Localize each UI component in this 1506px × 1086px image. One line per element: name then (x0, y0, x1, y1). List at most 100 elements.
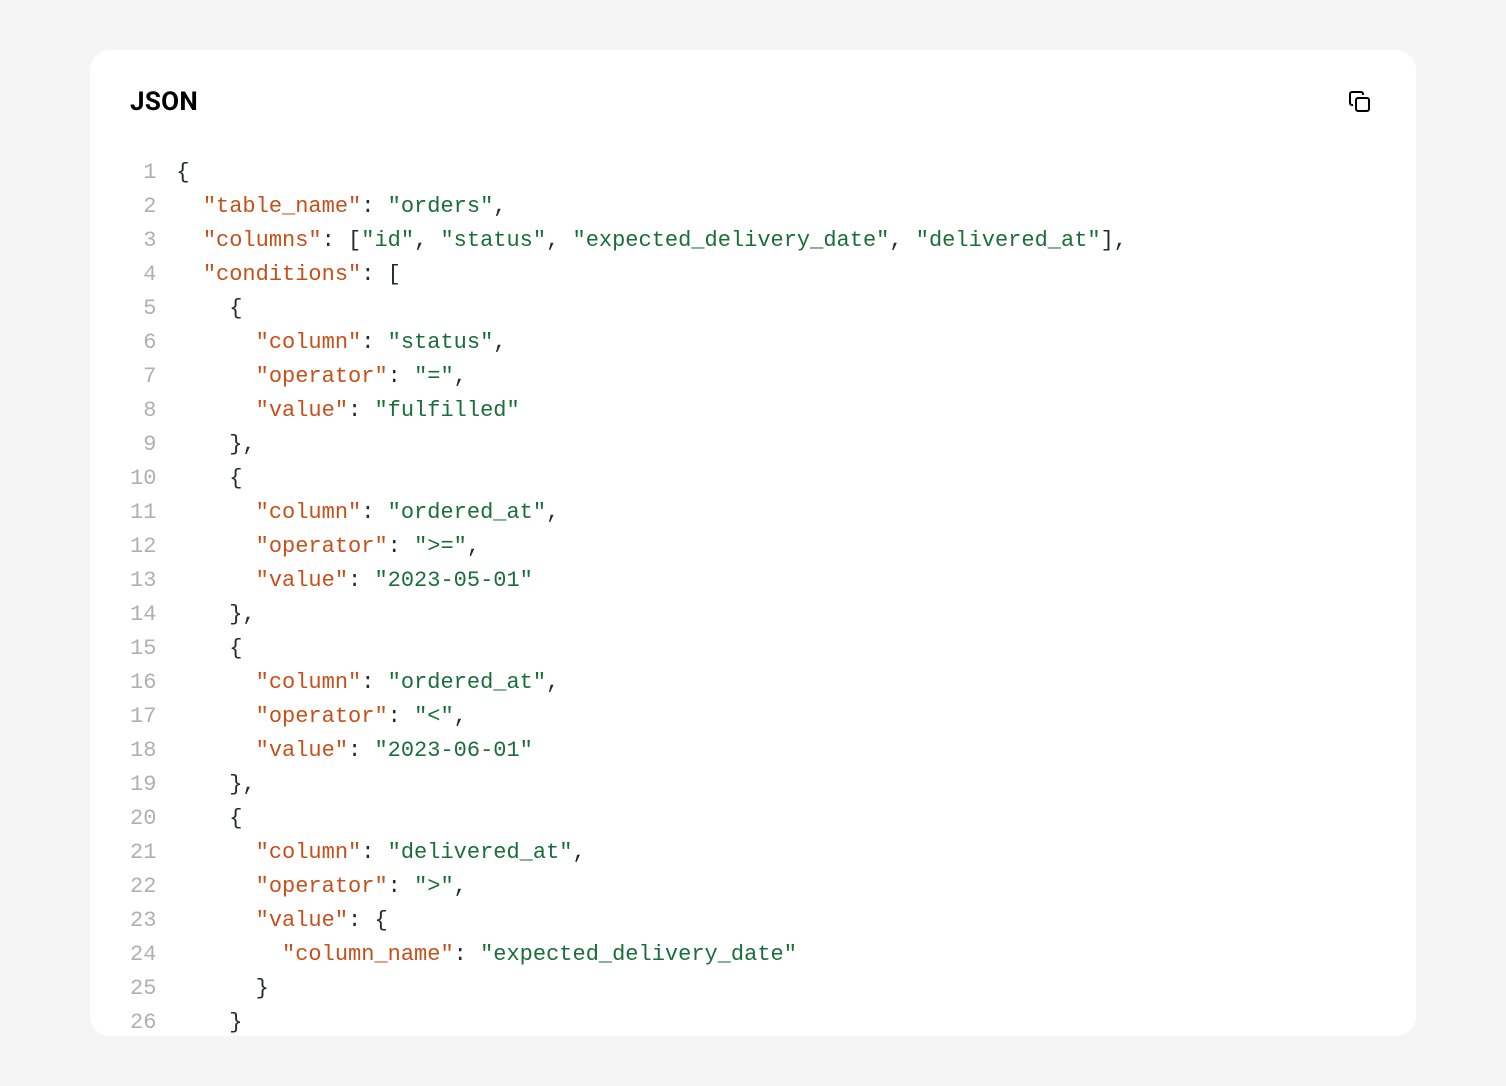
code-line: "operator": ">", (176, 870, 1127, 904)
code-token-punct: : (388, 704, 414, 729)
code-token-key: "columns" (203, 228, 322, 253)
code-token-string: "ordered_at" (388, 670, 546, 695)
code-token-punct: , (573, 840, 586, 865)
code-token-indent (176, 534, 255, 559)
code-token-punct: }, (229, 772, 255, 797)
code-line: "value": "2023-05-01" (176, 564, 1127, 598)
code-token-punct: { (176, 160, 189, 185)
line-number: 14 (130, 598, 156, 632)
code-token-punct: : (454, 942, 480, 967)
code-token-punct: } (256, 976, 269, 1001)
code-line: { (176, 462, 1127, 496)
code-token-punct: }, (229, 432, 255, 457)
code-line: "column_name": "expected_delivery_date" (176, 938, 1127, 972)
code-token-key: "operator" (256, 704, 388, 729)
line-number: 21 (130, 836, 156, 870)
code-line: "columns": ["id", "status", "expected_de… (176, 224, 1127, 258)
code-token-indent (176, 772, 229, 797)
line-number: 24 (130, 938, 156, 972)
code-token-indent (176, 976, 255, 1001)
code-token-punct: , (454, 364, 467, 389)
code-token-indent (176, 704, 255, 729)
line-number: 25 (130, 972, 156, 1006)
code-line: "value": "fulfilled" (176, 394, 1127, 428)
line-number: 2 (130, 190, 156, 224)
code-token-key: "value" (256, 908, 348, 933)
code-token-indent (176, 330, 255, 355)
code-token-string: "fulfilled" (374, 398, 519, 423)
code-token-punct: { (229, 466, 242, 491)
code-token-string: "expected_delivery_date" (480, 942, 797, 967)
code-line: }, (176, 428, 1127, 462)
code-line: { (176, 292, 1127, 326)
code-token-string: "delivered_at" (388, 840, 573, 865)
code-token-indent (176, 670, 255, 695)
code-token-indent (176, 806, 229, 831)
code-token-indent (176, 840, 255, 865)
code-token-punct: : (361, 194, 387, 219)
code-line: }, (176, 598, 1127, 632)
code-line: "column": "delivered_at", (176, 836, 1127, 870)
code-token-indent (176, 194, 202, 219)
code-line: "table_name": "orders", (176, 190, 1127, 224)
line-number: 9 (130, 428, 156, 462)
line-number: 12 (130, 530, 156, 564)
code-token-indent (176, 398, 255, 423)
line-number: 5 (130, 292, 156, 326)
code-token-punct: { (229, 296, 242, 321)
code-token-string: "status" (388, 330, 494, 355)
code-token-punct: , (454, 874, 467, 899)
code-line: { (176, 156, 1127, 190)
code-token-punct: , (467, 534, 480, 559)
line-number: 17 (130, 700, 156, 734)
code-token-indent (176, 636, 229, 661)
code-token-string: "orders" (388, 194, 494, 219)
code-line: } (176, 1006, 1127, 1036)
code-token-indent (176, 942, 282, 967)
code-token-punct: : (361, 500, 387, 525)
code-token-indent (176, 466, 229, 491)
code-token-punct: } (229, 1010, 242, 1035)
code-token-punct: : (361, 670, 387, 695)
line-number: 16 (130, 666, 156, 700)
code-token-key: "column" (256, 500, 362, 525)
code-token-punct: , (493, 194, 506, 219)
line-number: 1 (130, 156, 156, 190)
code-token-punct: , (493, 330, 506, 355)
code-token-indent (176, 228, 202, 253)
code-token-string: ">" (414, 874, 454, 899)
line-number: 7 (130, 360, 156, 394)
code-token-punct: : (348, 738, 374, 763)
copy-button[interactable] (1344, 86, 1376, 118)
line-number: 23 (130, 904, 156, 938)
code-token-punct: : (361, 330, 387, 355)
code-line: "operator": "=", (176, 360, 1127, 394)
code-token-key: "operator" (256, 364, 388, 389)
language-label: JSON (130, 87, 198, 117)
line-number: 6 (130, 326, 156, 360)
code-line: "operator": ">=", (176, 530, 1127, 564)
code-line: { (176, 802, 1127, 836)
code-token-string: "ordered_at" (388, 500, 546, 525)
code-line: "column": "ordered_at", (176, 666, 1127, 700)
code-token-string: "=" (414, 364, 454, 389)
code-token-string: "2023-05-01" (374, 568, 532, 593)
code-token-punct: ], (1101, 228, 1127, 253)
code-token-punct: : [ (361, 262, 401, 287)
code-token-punct: , (414, 228, 440, 253)
code-token-key: "table_name" (203, 194, 361, 219)
copy-icon (1348, 90, 1372, 114)
code-token-string: "expected_delivery_date" (573, 228, 890, 253)
code-line: { (176, 632, 1127, 666)
code-token-indent (176, 500, 255, 525)
line-number: 22 (130, 870, 156, 904)
code-token-indent (176, 874, 255, 899)
code-token-indent (176, 738, 255, 763)
code-token-punct: : (388, 874, 414, 899)
code-token-indent (176, 602, 229, 627)
code-token-key: "value" (256, 398, 348, 423)
code-token-punct: : (388, 534, 414, 559)
code-line: "value": "2023-06-01" (176, 734, 1127, 768)
code-line: "operator": "<", (176, 700, 1127, 734)
code-token-key: "value" (256, 738, 348, 763)
